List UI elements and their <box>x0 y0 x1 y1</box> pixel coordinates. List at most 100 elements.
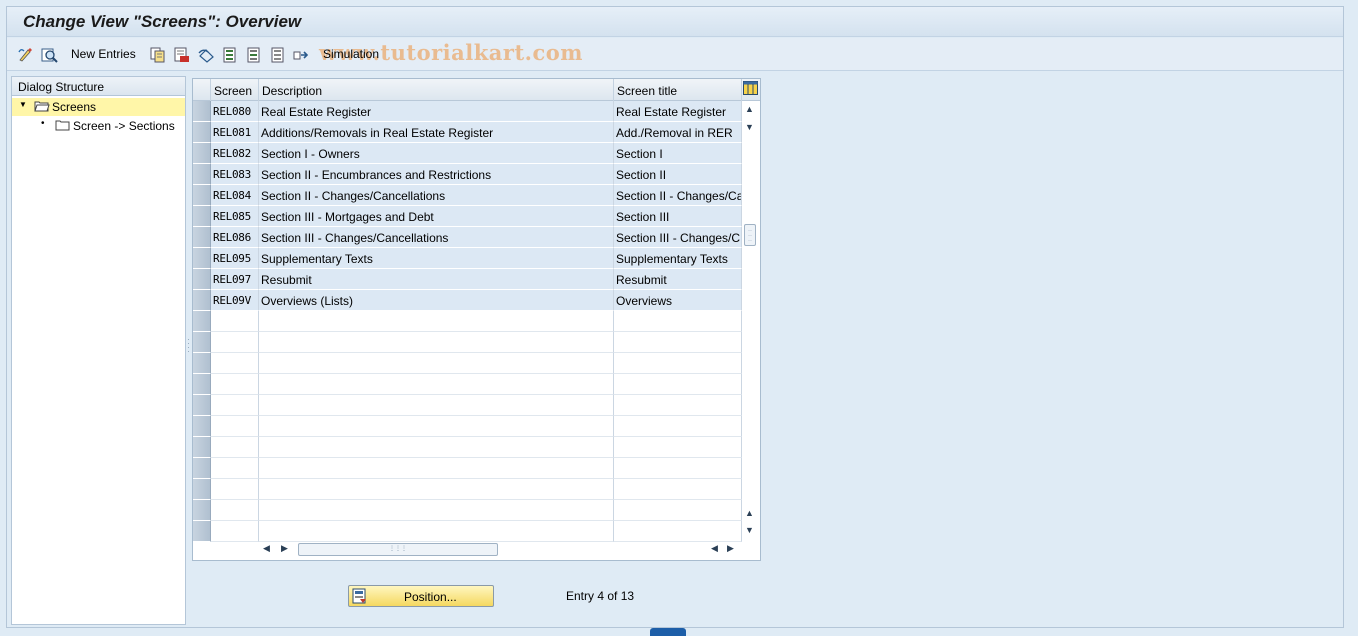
cell-description[interactable]: Additions/Removals in Real Estate Regist… <box>259 122 614 143</box>
splitter-handle[interactable]: · · · · <box>187 335 190 357</box>
delete-icon[interactable] <box>173 46 191 63</box>
row-selector[interactable] <box>193 122 211 143</box>
horizontal-scrollbar[interactable]: ◀ ▶ ⋮⋮⋮ ◀ ▶ <box>259 541 741 557</box>
vertical-scrollbar[interactable]: ▲ ▼ ·· ·· ·· ▲ ▼ <box>742 101 760 539</box>
cell-screen-title[interactable]: Section III <box>614 206 742 227</box>
cell-screen[interactable]: REL080 <box>211 101 259 122</box>
cell-screen-title[interactable]: Overviews <box>614 290 742 311</box>
table-row[interactable] <box>193 311 742 332</box>
row-selector[interactable] <box>193 500 211 521</box>
cell-screen-title[interactable]: Real Estate Register <box>614 101 742 122</box>
scroll-right-icon[interactable]: ▶ <box>727 543 734 554</box>
cell-description[interactable]: Section II - Changes/Cancellations <box>259 185 614 206</box>
row-selector[interactable] <box>193 101 211 122</box>
table-row[interactable]: REL097 Resubmit Resubmit <box>193 269 742 290</box>
cell-screen[interactable]: REL086 <box>211 227 259 248</box>
cell-description[interactable]: Real Estate Register <box>259 101 614 122</box>
row-selector[interactable] <box>193 521 211 542</box>
cell-description[interactable]: Resubmit <box>259 269 614 290</box>
row-selector[interactable] <box>193 206 211 227</box>
table-row[interactable] <box>193 395 742 416</box>
row-selector[interactable] <box>193 269 211 290</box>
table-row[interactable]: REL083 Section II - Encumbrances and Rest… <box>193 164 742 185</box>
cell-description[interactable]: Section III - Mortgages and Debt <box>259 206 614 227</box>
table-row[interactable] <box>193 479 742 500</box>
row-selector[interactable] <box>193 374 211 395</box>
table-row[interactable] <box>193 500 742 521</box>
row-selector[interactable] <box>193 395 211 416</box>
column-header-screen[interactable]: Screen <box>211 79 259 101</box>
select-all-icon[interactable] <box>221 46 239 63</box>
row-selector[interactable] <box>193 437 211 458</box>
scroll-down-icon[interactable]: ▼ <box>745 525 754 535</box>
cell-description[interactable]: Section III - Changes/Cancellations <box>259 227 614 248</box>
cell-description[interactable]: Supplementary Texts <box>259 248 614 269</box>
cell-screen-title[interactable]: Add./Removal in RER <box>614 122 742 143</box>
cell-description[interactable]: Section II - Encumbrances and Restrictio… <box>259 164 614 185</box>
cell-screen-title[interactable]: Section I <box>614 143 742 164</box>
new-entries-button[interactable]: New Entries <box>71 47 136 61</box>
table-row[interactable] <box>193 458 742 479</box>
row-selector[interactable] <box>193 143 211 164</box>
table-row[interactable]: REL081 Additions/Removals in Real Estate … <box>193 122 742 143</box>
table-row[interactable]: REL09V Overviews (Lists) Overviews <box>193 290 742 311</box>
row-selector[interactable] <box>193 290 211 311</box>
cell-screen[interactable]: REL081 <box>211 122 259 143</box>
vertical-scroll-thumb[interactable]: ·· ·· ·· <box>744 224 756 246</box>
table-row[interactable]: REL095 Supplementary Texts Supplementary T… <box>193 248 742 269</box>
cell-screen[interactable]: REL084 <box>211 185 259 206</box>
cell-screen[interactable]: REL097 <box>211 269 259 290</box>
table-row[interactable] <box>193 332 742 353</box>
table-row[interactable] <box>193 416 742 437</box>
scroll-up-icon[interactable]: ▲ <box>745 508 754 518</box>
table-row[interactable] <box>193 437 742 458</box>
scroll-down-icon[interactable]: ▼ <box>745 122 754 132</box>
row-selector[interactable] <box>193 311 211 332</box>
cell-screen-title[interactable]: Section II - Changes/Ca <box>614 185 742 206</box>
select-all-rows[interactable] <box>193 79 211 101</box>
cell-screen[interactable]: REL082 <box>211 143 259 164</box>
cell-screen[interactable]: REL085 <box>211 206 259 227</box>
select-block-icon[interactable] <box>245 46 263 63</box>
row-selector[interactable] <box>193 353 211 374</box>
row-selector[interactable] <box>193 248 211 269</box>
cell-screen-title[interactable]: Supplementary Texts <box>614 248 742 269</box>
expand-arrow-icon[interactable]: ▼ <box>19 100 27 109</box>
row-selector[interactable] <box>193 185 211 206</box>
cell-screen-title[interactable]: Resubmit <box>614 269 742 290</box>
cell-description[interactable]: Overviews (Lists) <box>259 290 614 311</box>
table-row[interactable]: REL080 Real Estate Register Real Estate Re… <box>193 101 742 122</box>
find-icon[interactable] <box>40 46 58 63</box>
cell-description[interactable]: Section I - Owners <box>259 143 614 164</box>
undo-change-icon[interactable] <box>197 46 215 63</box>
table-row[interactable]: REL086 Section III - Changes/Cancellation… <box>193 227 742 248</box>
row-selector[interactable] <box>193 164 211 185</box>
simulation-button[interactable]: Simulation <box>323 47 379 61</box>
table-row[interactable]: REL082 Section I - Owners Section I <box>193 143 742 164</box>
cell-screen[interactable]: REL083 <box>211 164 259 185</box>
cell-screen[interactable]: REL095 <box>211 248 259 269</box>
deselect-all-icon[interactable] <box>269 46 287 63</box>
transport-icon[interactable] <box>293 46 311 63</box>
tree-item-screens[interactable]: ▼ Screens <box>12 98 185 116</box>
table-row[interactable] <box>193 521 742 542</box>
row-selector[interactable] <box>193 332 211 353</box>
row-selector[interactable] <box>193 458 211 479</box>
tree-item-screen-sections[interactable]: • Screen -> Sections <box>12 117 185 135</box>
table-row[interactable] <box>193 374 742 395</box>
scroll-left-icon[interactable]: ◀ <box>263 543 270 554</box>
scroll-right-icon[interactable]: ▶ <box>281 543 288 554</box>
row-selector[interactable] <box>193 227 211 248</box>
table-row[interactable] <box>193 353 742 374</box>
scroll-left-icon[interactable]: ◀ <box>711 543 718 554</box>
position-button[interactable]: Position... <box>348 585 494 607</box>
display-change-icon[interactable] <box>17 46 35 63</box>
horizontal-scroll-thumb[interactable]: ⋮⋮⋮ <box>298 543 498 556</box>
column-header-description[interactable]: Description <box>259 79 614 101</box>
row-selector[interactable] <box>193 479 211 500</box>
table-row[interactable]: REL084 Section II - Changes/Cancellations… <box>193 185 742 206</box>
row-selector[interactable] <box>193 416 211 437</box>
cell-screen-title[interactable]: Section III - Changes/C <box>614 227 742 248</box>
column-header-screen-title[interactable]: Screen title <box>614 79 742 101</box>
copy-as-icon[interactable] <box>149 46 167 63</box>
